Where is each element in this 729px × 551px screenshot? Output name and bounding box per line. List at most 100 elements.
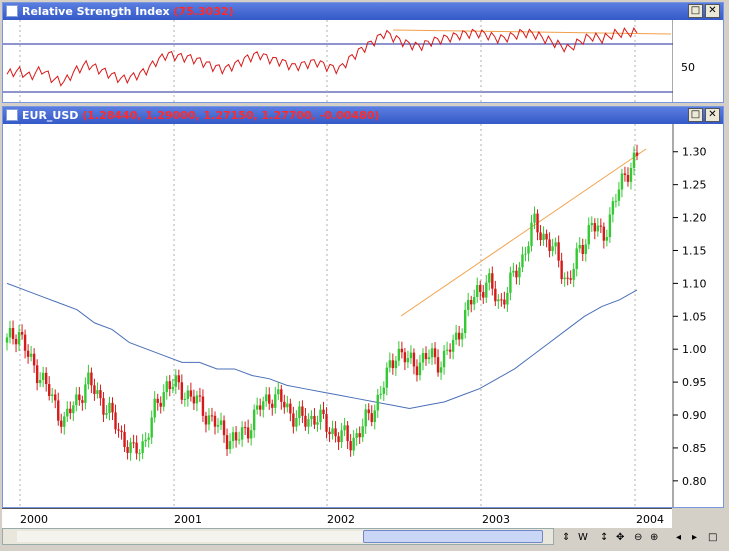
price-bar-body [304, 415, 307, 427]
price-bar-body [563, 277, 566, 280]
price-bar-body [391, 360, 395, 369]
chart-toolbar: ⇕ W ↕ ✥ ⊖ ⊕ ◂ ▸ □ [556, 528, 726, 548]
moving-average-line [6, 282, 638, 409]
zoom-in-icon[interactable]: ⊕ [650, 532, 658, 543]
updown-arrows-icon[interactable]: ⇕ [562, 532, 570, 543]
y-tick-label: 0.90 [682, 409, 707, 422]
price-bar-body [430, 348, 434, 358]
end-box-icon[interactable]: □ [708, 532, 717, 543]
price-bar-body [557, 242, 560, 261]
y-tick-label: 0.95 [682, 376, 707, 389]
x-label-2002: 2002 [327, 513, 355, 526]
price-bar-body [207, 415, 211, 425]
price-bar-body [183, 398, 187, 400]
price-bar-body [23, 334, 27, 351]
price-bar-body [162, 392, 165, 407]
price-bar-body [560, 260, 563, 280]
rsi-value: (75.3032) [173, 5, 234, 18]
horizontal-scrollbar[interactable] [2, 528, 554, 545]
price-bar-body [569, 278, 572, 280]
price-bar-body [388, 360, 392, 368]
price-bar-body [123, 431, 126, 448]
price-bar-body [141, 441, 144, 454]
scroll-left-icon[interactable]: ◂ [676, 532, 681, 543]
price-bar-body [44, 372, 48, 385]
price-bar-body [168, 381, 171, 390]
price-bar-body [102, 398, 105, 415]
scroll-right-icon[interactable]: ▸ [692, 532, 697, 543]
zoom-out-icon[interactable]: ⊖ [634, 532, 642, 543]
price-bar-body [81, 400, 84, 403]
scroll-thumb[interactable] [363, 530, 543, 543]
y-tick-label: 1.00 [682, 343, 707, 356]
weekly-button[interactable]: W [578, 532, 588, 543]
price-bar-body [75, 394, 78, 406]
price-bar-body [632, 152, 636, 169]
price-bar-body [608, 214, 612, 238]
price-bar-body [301, 406, 304, 416]
restore-button[interactable]: □ [688, 4, 703, 18]
price-titlebar[interactable]: EUR_USD (1.28440, 1.29000, 1.27150, 1.27… [3, 107, 723, 124]
price-bar-body [268, 394, 271, 404]
price-bar-body [623, 173, 627, 175]
price-bar-body [352, 437, 355, 451]
price-bar-body [8, 328, 12, 338]
x-label-2004: 2004 [636, 513, 664, 526]
price-bar-body [255, 405, 259, 410]
price-bar-body [234, 432, 238, 441]
price-bar-body [51, 394, 54, 396]
price-bar-body [225, 435, 229, 450]
price-bar-body [448, 349, 452, 352]
price-bar-body [394, 360, 398, 369]
price-bar-body [292, 413, 295, 427]
price-bar-body [138, 453, 141, 455]
price-bar-body [367, 409, 370, 414]
price-bar-body [602, 226, 606, 241]
price-bar-body [530, 222, 533, 247]
price-bar-body [90, 372, 93, 386]
price-bar-body [35, 365, 39, 384]
price-bar-body [418, 362, 422, 376]
close-button[interactable]: ✕ [705, 108, 720, 122]
price-bar-body [243, 427, 247, 429]
price-bar-body [5, 337, 9, 343]
price-bar-body [488, 273, 491, 283]
price-bar-body [129, 442, 132, 453]
price-bar-body [322, 409, 325, 414]
rsi-window: Relative Strength Index (75.3032) □ ✕ 50 [2, 2, 724, 103]
price-bar-body [506, 292, 509, 305]
price-bar-body [620, 173, 624, 190]
price-bar-body [460, 333, 464, 340]
price-bar-body [617, 189, 621, 201]
price-bar-body [72, 405, 75, 414]
price-bar-body [222, 420, 226, 436]
price-bar-body [385, 367, 389, 388]
price-bar-body [29, 353, 33, 357]
price-bar-body [340, 430, 343, 443]
price-bar-body [259, 405, 262, 410]
y-tick-label: 1.15 [682, 244, 707, 257]
pan-icon[interactable]: ✥ [616, 532, 624, 543]
window-menu-icon[interactable] [6, 109, 18, 121]
price-bar-body [581, 244, 584, 254]
rsi-titlebar[interactable]: Relative Strength Index (75.3032) □ ✕ [3, 3, 723, 20]
vertical-move-icon[interactable]: ↕ [600, 532, 608, 543]
price-bar-body [590, 223, 593, 226]
price-bar-body [195, 395, 199, 404]
price-bar-body [400, 348, 404, 353]
price-bar-body [515, 270, 518, 278]
price-bar-body [17, 332, 21, 345]
price-bar-body [533, 213, 536, 223]
restore-button[interactable]: □ [688, 108, 703, 122]
price-bar-body [63, 416, 66, 427]
price-bar-body [629, 168, 633, 182]
window-menu-icon[interactable] [6, 5, 18, 17]
price-bar-body [14, 338, 18, 345]
price-bar-body [286, 403, 289, 408]
rsi-title: Relative Strength Index [22, 5, 170, 18]
price-bar-body [442, 350, 446, 368]
price-bar-body [548, 239, 551, 252]
price-bar-body [463, 309, 467, 334]
price-bar-body [482, 292, 485, 298]
close-button[interactable]: ✕ [705, 4, 720, 18]
